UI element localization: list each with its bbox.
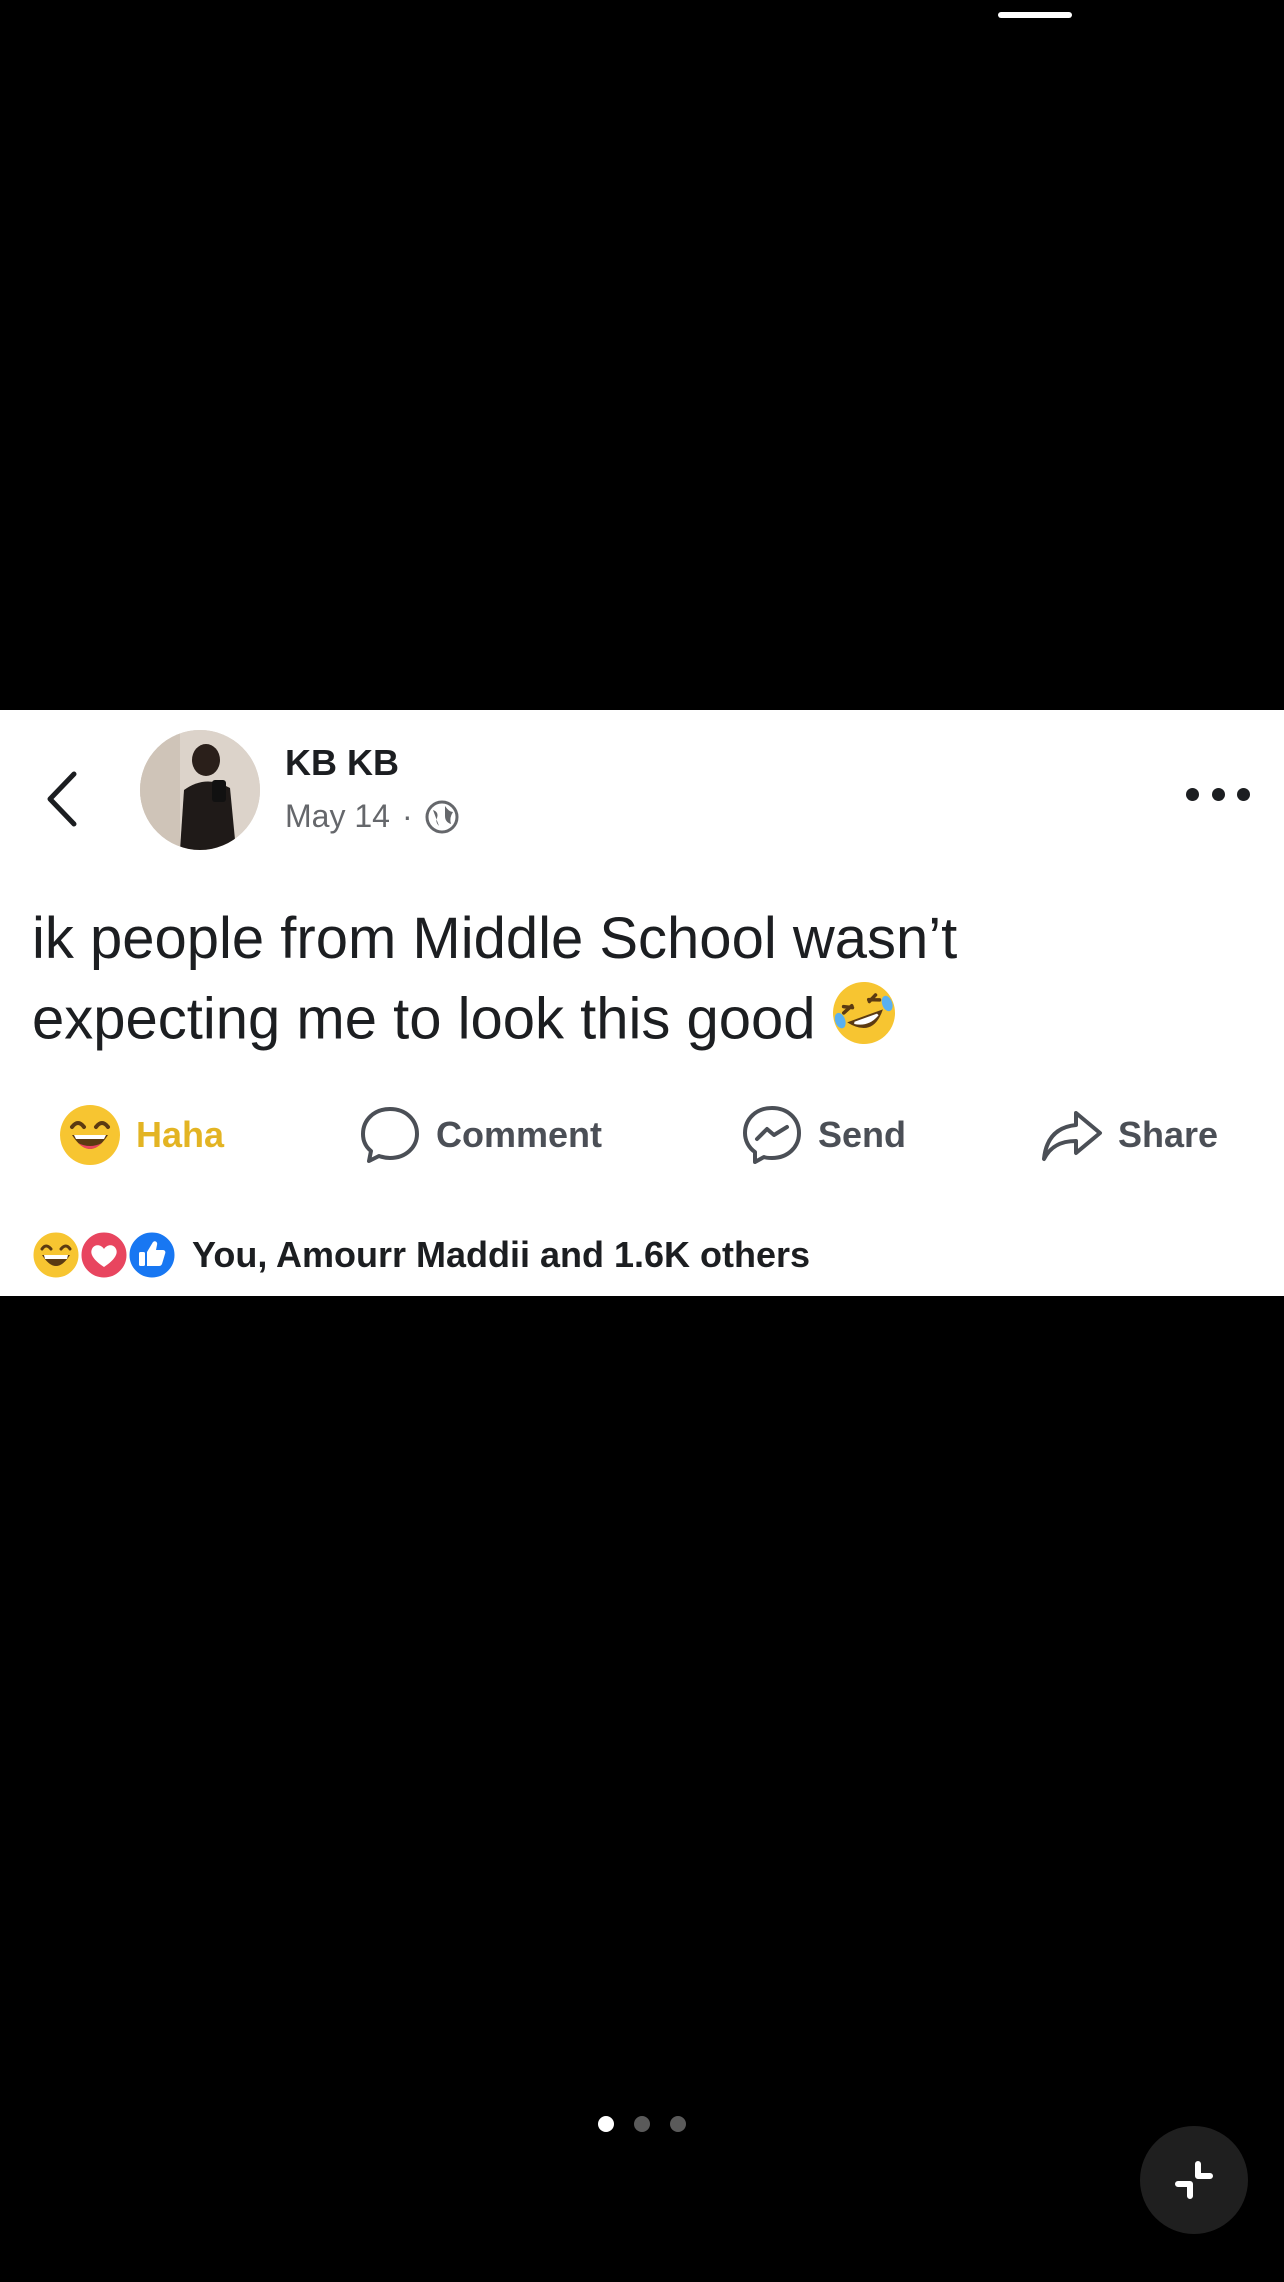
more-dot-icon [1211,787,1225,801]
rofl-emoji-icon [829,978,899,1068]
haha-label: Haha [136,1114,225,1155]
author-avatar[interactable] [140,730,260,850]
share-label: Share [1118,1114,1219,1155]
comment-label: Comment [436,1114,603,1155]
share-button[interactable]: Share [1040,1090,1218,1180]
love-icon [78,1229,130,1281]
reactions-summary-text: You, Amourr Maddii and 1.6K others [192,1234,811,1275]
haha-emoji-icon [60,1105,120,1165]
page-indicator [598,2116,706,2132]
post-card: KB KB May 14 · ik people from Middle Sch… [0,710,1284,1296]
haha-icon [30,1229,82,1281]
reaction-icons [30,1229,178,1281]
collapse-button[interactable] [1140,2126,1248,2234]
haha-reaction-button[interactable]: Haha [58,1090,224,1180]
page-dot-active[interactable] [598,2116,614,2132]
post-text: ik people from Middle School wasn’t expe… [32,900,1252,1068]
post-actions-bar: Haha Comment Send Share [0,1090,1284,1180]
meta-separator: · [401,798,413,834]
globe-icon [425,800,459,833]
post-meta: May 14 · [285,798,459,835]
more-dot-icon [1237,787,1250,801]
send-label: Send [818,1114,907,1155]
post-text-line-2-content: expecting me to look this good [32,986,816,1052]
chevron-left-icon [47,771,77,827]
share-arrow-icon [1042,1111,1102,1161]
like-icon [126,1229,178,1281]
comment-bubble-icon [361,1107,419,1163]
author-name[interactable]: KB KB [285,742,399,784]
home-indicator [998,12,1072,18]
messenger-icon [743,1106,801,1164]
more-options-button[interactable] [1186,782,1250,806]
more-dot-icon [1186,787,1199,801]
post-text-line-1: ik people from Middle School wasn’t [32,906,958,971]
page-dot[interactable] [634,2116,650,2132]
post-text-line-2: expecting me to look this good [32,978,1252,1068]
reactions-summary[interactable]: You, Amourr Maddii and 1.6K others [30,1225,810,1285]
minimize-icon [1175,2161,1213,2199]
page-dot[interactable] [670,2116,686,2132]
avatar-image [140,730,260,850]
back-button[interactable] [40,764,90,834]
send-button[interactable]: Send [740,1090,906,1180]
post-date[interactable]: May 14 [285,798,390,835]
comment-button[interactable]: Comment [358,1090,602,1180]
